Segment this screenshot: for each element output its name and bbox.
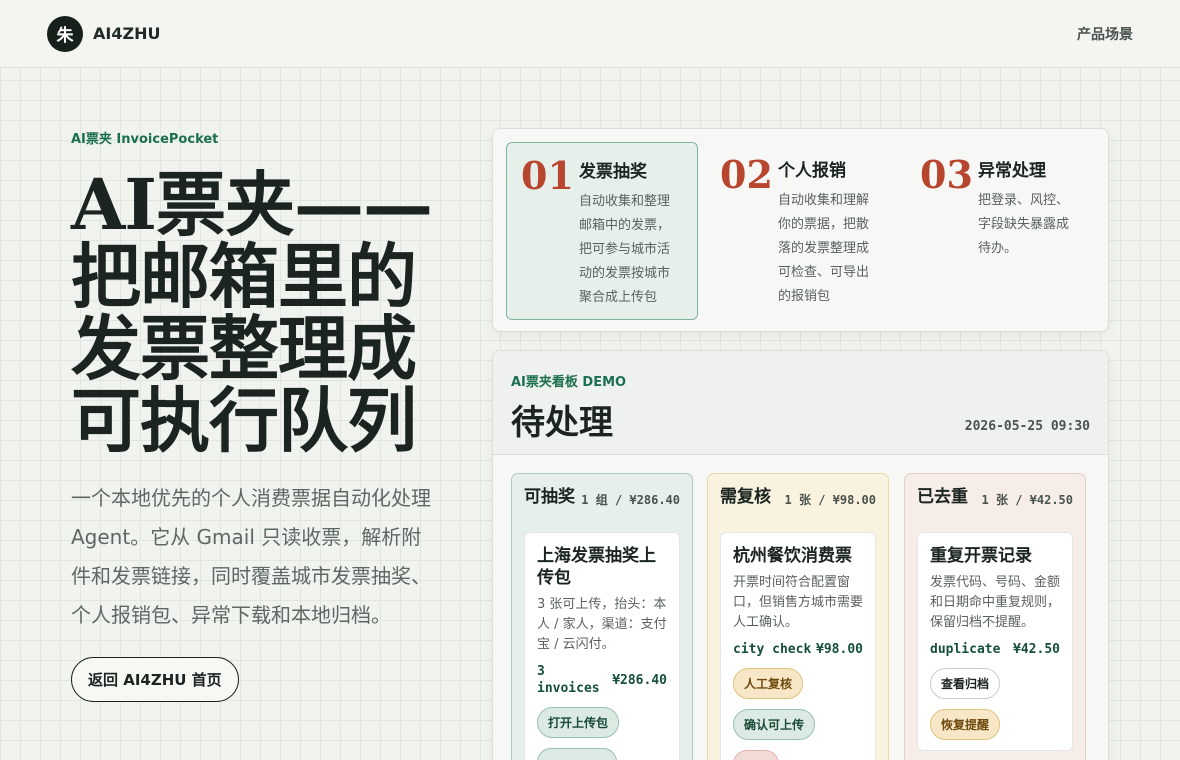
column-review: 需复核 1 张 / ¥98.00 杭州餐饮消费票 开票时间符合配置窗口，但销售方…: [707, 473, 889, 760]
feature-number: 03: [920, 152, 973, 197]
invoice-card[interactable]: 杭州餐饮消费票 开票时间符合配置窗口，但销售方城市需要人工确认。 city ch…: [720, 532, 876, 760]
board-title: 待处理: [511, 403, 613, 443]
hero-section: AI票夹 InvoicePocket AI票夹—— 把邮箱里的 发票整理成 可执…: [71, 128, 441, 702]
logo-mark[interactable]: 朱: [47, 15, 83, 52]
column-title: 已去重: [917, 487, 968, 507]
card-description: 开票时间符合配置窗口，但销售方城市需要人工确认。: [733, 575, 864, 630]
card-title: 重复开票记录: [930, 546, 1032, 566]
card-tag: duplicate: [930, 642, 1001, 657]
feature-description: 把登录、风控、字段缺失暴露成待办。: [978, 193, 1070, 256]
top-header: 朱 AI4ZHU 产品场景: [0, 0, 1180, 68]
feature-card-lottery[interactable]: 01 发票抽奖 自动收集和整理邮箱中的发票，把可参与城市活动的发票按城市聚合成上…: [506, 142, 698, 320]
column-title: 需复核: [720, 487, 771, 507]
hero-title-line: 可执行队列: [71, 379, 417, 462]
hero-title: AI票夹—— 把邮箱里的 发票整理成 可执行队列: [71, 169, 441, 457]
hero-title-line: AI票夹——: [71, 163, 433, 246]
card-tag: 3 invoices: [537, 664, 600, 696]
feature-title: 异常处理: [978, 161, 1046, 181]
board-timestamp: 2026-05-25 09:30: [964, 419, 1090, 434]
feature-card-reimbursement[interactable]: 02 个人报销 自动收集和理解你的票据，把散落的发票整理成可检查、可导出的报销包: [706, 142, 898, 320]
column-count: 1 张 / ¥42.50: [981, 493, 1073, 507]
board-eyebrow: AI票夹看板 DEMO: [511, 375, 627, 390]
invoice-card[interactable]: 重复开票记录 发票代码、号码、金额和日期命中重复规则，保留归档不提醒。 dupl…: [917, 532, 1073, 751]
feature-description: 自动收集和理解你的票据，把散落的发票整理成可检查、可导出的报销包: [778, 193, 870, 304]
reject-button[interactable]: [733, 750, 779, 760]
column-title: 可抽奖: [524, 487, 575, 507]
back-home-button[interactable]: 返回 AI4ZHU 首页: [71, 657, 239, 702]
board-header: AI票夹看板 DEMO 待处理 2026-05-25 09:30: [493, 351, 1108, 455]
card-title: 上海发票抽奖上传包: [537, 546, 656, 588]
column-count: 1 张 / ¥98.00: [784, 493, 876, 507]
feature-number: 01: [521, 153, 574, 198]
column-count: 1 组 / ¥286.40: [581, 493, 680, 507]
card-description: 3 张可上传，抬头：本人 / 家人，渠道：支付宝 / 云闪付。: [537, 597, 667, 652]
hero-title-line: 发票整理成: [71, 307, 417, 390]
nav-link-product-scenes[interactable]: 产品场景: [1077, 24, 1133, 44]
card-amount: ¥42.50: [1013, 642, 1060, 657]
column-lottery: 可抽奖 1 组 / ¥286.40 上海发票抽奖上传包 3 张可上传，抬头：本人…: [511, 473, 693, 760]
manual-review-button[interactable]: 人工复核: [733, 668, 804, 699]
demo-board: AI票夹看板 DEMO 待处理 2026-05-25 09:30 可抽奖 1 组…: [492, 350, 1109, 760]
feature-title: 发票抽奖: [579, 162, 647, 182]
view-archive-button[interactable]: 查看归档: [930, 668, 1001, 699]
feature-number: 02: [720, 152, 773, 197]
column-deduplicated: 已去重 1 张 / ¥42.50 重复开票记录 发票代码、号码、金额和日期命中重…: [904, 473, 1086, 760]
feature-panel: 01 发票抽奖 自动收集和整理邮箱中的发票，把可参与城市活动的发票按城市聚合成上…: [492, 128, 1109, 332]
hero-title-line: 把邮箱里的: [71, 235, 417, 318]
open-upload-package-button[interactable]: 打开上传包: [537, 707, 620, 738]
brand-name[interactable]: AI4ZHU: [93, 24, 160, 43]
hero-description: 一个本地优先的个人消费票据自动化处理 Agent。它从 Gmail 只读收票，解…: [71, 486, 431, 627]
invoice-card[interactable]: 上海发票抽奖上传包 3 张可上传，抬头：本人 / 家人，渠道：支付宝 / 云闪付…: [524, 532, 680, 760]
feature-description: 自动收集和整理邮箱中的发票，把可参与城市活动的发票按城市聚合成上传包: [579, 194, 671, 305]
card-amount: ¥98.00: [816, 642, 863, 657]
card-title: 杭州餐饮消费票: [733, 546, 852, 566]
card-tag: city check: [733, 642, 812, 657]
feature-card-exceptions[interactable]: 03 异常处理 把登录、风控、字段缺失暴露成待办。: [906, 142, 1098, 320]
card-amount: ¥286.40: [612, 672, 667, 688]
confirm-upload-button[interactable]: 确认可上传: [733, 709, 816, 740]
secondary-action-button[interactable]: [537, 748, 617, 760]
hero-eyebrow: AI票夹 InvoicePocket: [71, 132, 219, 147]
restore-reminder-button[interactable]: 恢复提醒: [930, 709, 1001, 740]
feature-title: 个人报销: [778, 161, 846, 181]
card-description: 发票代码、号码、金额和日期命中重复规则，保留归档不提醒。: [930, 575, 1061, 630]
